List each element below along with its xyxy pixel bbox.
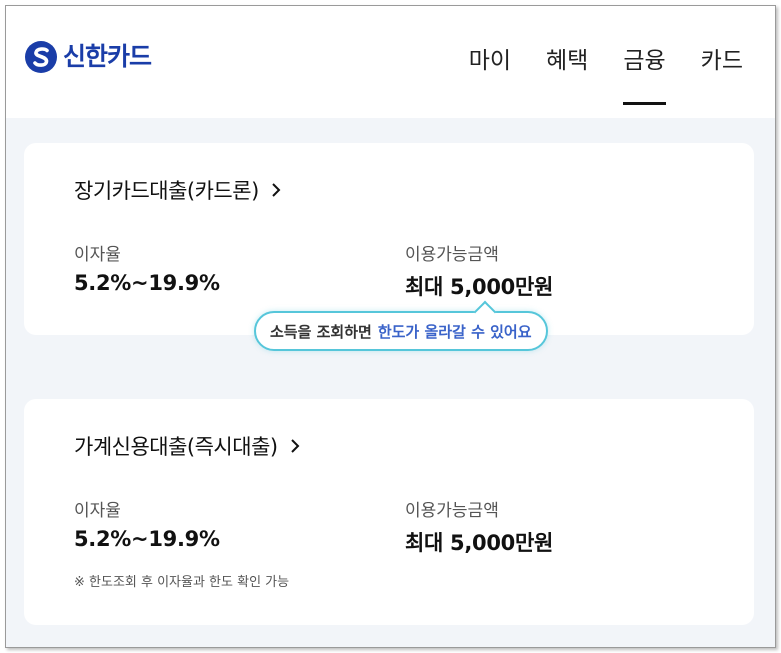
- product-title: 장기카드대출(카드론): [74, 179, 259, 203]
- product-title-link[interactable]: 가계신용대출(즉시대출): [74, 431, 300, 461]
- product-title: 가계신용대출(즉시대출): [74, 435, 278, 459]
- header: 신한카드 마이 혜택 금융 카드: [6, 6, 775, 118]
- rate-label: 이자율: [74, 501, 121, 521]
- shinhan-logo-icon: [25, 41, 57, 73]
- nav-item-my[interactable]: 마이: [469, 46, 511, 76]
- chevron-right-icon: [290, 439, 300, 453]
- product-card-credit-loan: 가계신용대출(즉시대출) 이자율 5.2%~19.9% 이용가능금액 최대 5,…: [24, 399, 754, 625]
- tooltip-highlight: 한도가 올라갈 수 있어요: [377, 322, 532, 341]
- rate-label: 이자율: [74, 245, 121, 265]
- income-check-tooltip[interactable]: 소득을 조회하면 한도가 올라갈 수 있어요: [254, 300, 548, 351]
- limit-label: 이용가능금액: [405, 245, 499, 265]
- brand-name: 신한카드: [63, 42, 152, 71]
- chevron-right-icon: [272, 183, 281, 197]
- limit-value: 최대 5,000만원: [405, 275, 554, 299]
- limit-note: ※ 한도조회 후 이자율과 한도 확인 가능: [74, 575, 290, 590]
- limit-label: 이용가능금액: [405, 501, 499, 521]
- tooltip-text: 소득을 조회하면: [270, 322, 372, 341]
- rate-value: 5.2%~19.9%: [74, 271, 220, 295]
- brand-logo[interactable]: 신한카드: [24, 40, 152, 74]
- main-nav: 마이 혜택 금융 카드: [434, 46, 743, 105]
- nav-item-finance[interactable]: 금융: [623, 46, 667, 105]
- app-frame: 신한카드 마이 혜택 금융 카드 장기카드대출(카드론) 이자율 5.2%~19…: [5, 5, 776, 648]
- product-card-card-loan: 장기카드대출(카드론) 이자율 5.2%~19.9% 이용가능금액 최대 5,0…: [24, 143, 754, 335]
- nav-item-card[interactable]: 카드: [701, 46, 743, 76]
- limit-value: 최대 5,000만원: [405, 531, 554, 555]
- product-title-link[interactable]: 장기카드대출(카드론): [74, 175, 281, 205]
- nav-item-benefits[interactable]: 혜택: [546, 46, 588, 76]
- rate-value: 5.2%~19.9%: [74, 527, 220, 551]
